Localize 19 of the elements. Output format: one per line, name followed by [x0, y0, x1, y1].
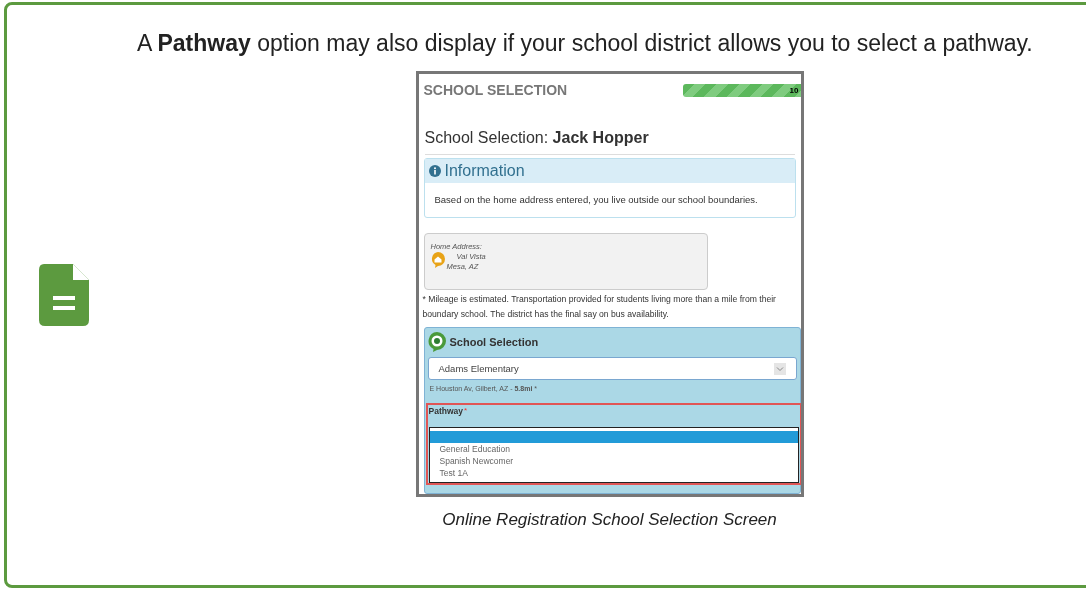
pathway-listbox[interactable]: General Education Spanish Newcomer Test 1A [428, 426, 799, 483]
pathway-option[interactable] [429, 430, 798, 443]
info-icon [428, 165, 441, 177]
section-header: SCHOOL SELECTION [423, 81, 568, 100]
info-message: Based on the home address entered, you live outside our school boundaries. [433, 193, 759, 207]
pathway-label: Pathway [428, 404, 463, 418]
home-pin-icon [430, 252, 445, 269]
mileage-note: * Mileage is estimated. Transportation provided for students living more than a mile from their boundary school. The district has the final say on bus availability. [421, 293, 777, 322]
info-heading: Information [444, 161, 525, 181]
figure-caption: Online Registration School Selection Screen [442, 509, 777, 531]
chevron-down-icon [773, 362, 786, 375]
map-pin-icon [427, 332, 446, 353]
page-title: School Selection: Jack Hopper [424, 126, 795, 155]
required-mark: * [464, 404, 468, 417]
note-text: A Pathway option may also display if your school district allows you to select a pathway. [137, 29, 1034, 58]
school-select[interactable]: Adams Elementary [427, 357, 797, 381]
progress-reading: 10 [789, 85, 799, 97]
school-selection-heading: School Selection [449, 335, 539, 351]
document-icon [39, 264, 89, 326]
